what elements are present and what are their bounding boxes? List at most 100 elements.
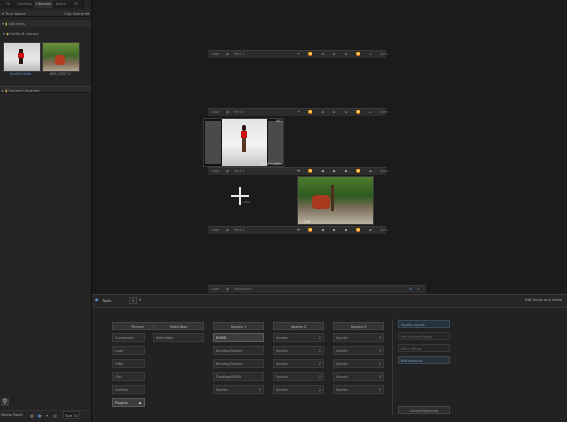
viewer-icon[interactable]: ▣ (225, 228, 230, 233)
tool-item[interactable]: Sparks 3 (333, 333, 384, 342)
tool-item[interactable]: Sparks 3 (333, 346, 384, 355)
dropdown-icon[interactable]: ▾ (139, 297, 141, 302)
sparks-inputs-button[interactable]: Sparks Inputs (398, 320, 450, 328)
viewer-frame[interactable]: 376 (297, 176, 374, 225)
viewer-icon[interactable]: ▣ (225, 52, 230, 57)
category-header-sparks-3[interactable]: Sparks 3 (333, 322, 384, 330)
step-forward-icon[interactable]: ▶ (344, 228, 349, 233)
clip-icon[interactable]: ▤ (53, 412, 57, 419)
tool-item[interactable]: Sparks 2 (273, 385, 324, 394)
viewer-icon[interactable]: ▣ (225, 110, 230, 115)
step-forward-icon[interactable]: ▶ (344, 110, 349, 115)
tool-item-plugins[interactable]: Plugins ▶ (112, 398, 145, 407)
goto-end-icon[interactable]: ⏭ (368, 228, 373, 233)
goto-end-icon[interactable]: ⏭ (368, 52, 373, 57)
settings-icon[interactable]: ⚙ (408, 287, 413, 292)
rewind-icon[interactable]: ⏪ (308, 228, 313, 233)
port-name[interactable]: Port 1 (234, 51, 244, 58)
step-forward-icon[interactable]: ▶ (344, 52, 349, 57)
tool-item[interactable]: Sparks 3 (333, 385, 384, 394)
goto-start-icon[interactable]: ⏮ (296, 169, 301, 174)
clip-thumbnail[interactable] (3, 42, 41, 72)
tool-item[interactable]: Sparks 3 (333, 359, 384, 368)
libraries-row[interactable]: ▾ ▮ Libraries (0, 20, 91, 27)
viewer-icon[interactable]: ▣ (225, 169, 230, 174)
tool-item[interactable]: Sparks 2 (273, 359, 324, 368)
cancel-selected-button[interactable]: Cancel Selected (398, 406, 450, 414)
tool-item[interactable]: Clip (112, 372, 145, 381)
tool-item[interactable]: Composite (112, 333, 145, 342)
tool-item[interactable]: Sparks 1 (213, 385, 264, 394)
background-button[interactable]: Background (398, 356, 450, 364)
tool-item[interactable]: Sparks 2 (273, 372, 324, 381)
step-back-icon[interactable]: ◀ (320, 228, 325, 233)
port-name[interactable]: Port 4 (234, 227, 244, 234)
clip-name[interactable]: IMG_0337 3 (41, 72, 79, 76)
rewind-icon[interactable]: ⏪ (308, 52, 313, 57)
tool-item[interactable]: 8DMR (213, 333, 264, 342)
load-button[interactable]: Load (211, 168, 219, 175)
tool-item[interactable]: Utilities (112, 385, 145, 394)
tool-item[interactable]: Sparks 2 (273, 333, 324, 342)
tool-item[interactable]: BendingTwister (213, 359, 264, 368)
fast-forward-icon[interactable]: ⏩ (356, 110, 361, 115)
clip-thumbnail[interactable] (42, 42, 80, 72)
play-icon[interactable]: ▶ (332, 110, 337, 115)
tool-item[interactable]: Sparks 3 (333, 372, 384, 381)
step-back-icon[interactable]: ◀ (320, 169, 325, 174)
category-header-sparks-2[interactable]: Sparks 2 (273, 322, 324, 330)
tab-tk[interactable]: TK (69, 1, 84, 8)
media-panel-selector[interactable]: Media Panel (1, 412, 23, 419)
load-button[interactable]: Load (211, 51, 219, 58)
size-field[interactable]: Size 32 (63, 411, 80, 419)
dropdown-icon[interactable]: ▾ (416, 287, 421, 292)
step-back-icon[interactable]: ◀ (320, 52, 325, 57)
tool-item[interactable]: Sparks 2 (273, 346, 324, 355)
goto-end-icon[interactable]: ⏭ (368, 110, 373, 115)
grid-view-icon[interactable]: ▦ (30, 412, 34, 419)
tool-item[interactable]: Look (112, 346, 145, 355)
viewer-frame[interactable]: 001 DeskFirstaBin (203, 118, 284, 167)
tool-item[interactable]: BendingTwister (213, 346, 264, 355)
category-header-matchbox[interactable]: MatchBox (153, 322, 204, 330)
tab-desktop[interactable]: Desktop (15, 1, 35, 8)
tab-libraries[interactable]: Libraries (34, 1, 54, 8)
sync-toggle[interactable]: Sync (380, 227, 388, 234)
goto-end-icon[interactable]: ⏭ (368, 169, 373, 174)
load-button[interactable]: Load (211, 286, 219, 293)
port-name[interactable]: Port 2 (234, 109, 244, 116)
rewind-icon[interactable]: ⏪ (308, 110, 313, 115)
dropdown-icon[interactable]: ▾ (46, 412, 48, 419)
fast-forward-icon[interactable]: ⏩ (356, 169, 361, 174)
expand-arrow-icon[interactable]: ▾ (2, 21, 4, 26)
column-clip-name[interactable]: Clip Name ▾▾ (64, 10, 89, 17)
fast-forward-icon[interactable]: ⏩ (356, 52, 361, 57)
tab-batch[interactable]: Batch (53, 1, 70, 8)
port-name[interactable]: Port 3 (234, 168, 244, 175)
expand-arrow-icon[interactable]: ▾ (3, 31, 5, 36)
sync-toggle[interactable]: Sync (380, 168, 388, 175)
rewind-icon[interactable]: ⏪ (308, 169, 313, 174)
options-icon[interactable]: ☰ (129, 297, 137, 304)
search-icon[interactable]: ⚲ (1, 398, 9, 406)
edit-audio-video-button[interactable]: Edit Audio and Video (525, 298, 562, 302)
goto-start-icon[interactable]: ⏮ (296, 228, 301, 233)
goto-start-icon[interactable]: ⏮ (296, 110, 301, 115)
sequence-name[interactable]: Sequence (234, 286, 251, 293)
play-icon[interactable]: ▶ (332, 52, 337, 57)
category-header-sparks-1[interactable]: Sparks 1 (213, 322, 264, 330)
step-forward-icon[interactable]: ▶ (344, 169, 349, 174)
set-current-setup-button[interactable]: Set Current Setup (398, 332, 450, 340)
sync-toggle[interactable]: Sync (380, 109, 388, 116)
goto-start-icon[interactable]: ⏮ (296, 52, 301, 57)
sync-toggle[interactable]: Sync (380, 51, 388, 58)
sequence-icon[interactable]: ▣ (225, 287, 230, 292)
shared-libraries-row[interactable]: ▸ ▮ Shared Libraries (0, 86, 91, 93)
load-button[interactable]: Load (211, 227, 219, 234)
list-view-icon[interactable]: ● (38, 412, 42, 419)
save-setup-button[interactable]: Save Setup (398, 344, 450, 352)
tool-item[interactable]: DesktopBDMR (213, 372, 264, 381)
tab-fx[interactable]: FX (1, 1, 16, 8)
tool-item[interactable]: Filter (112, 359, 145, 368)
step-back-icon[interactable]: ◀ (320, 110, 325, 115)
